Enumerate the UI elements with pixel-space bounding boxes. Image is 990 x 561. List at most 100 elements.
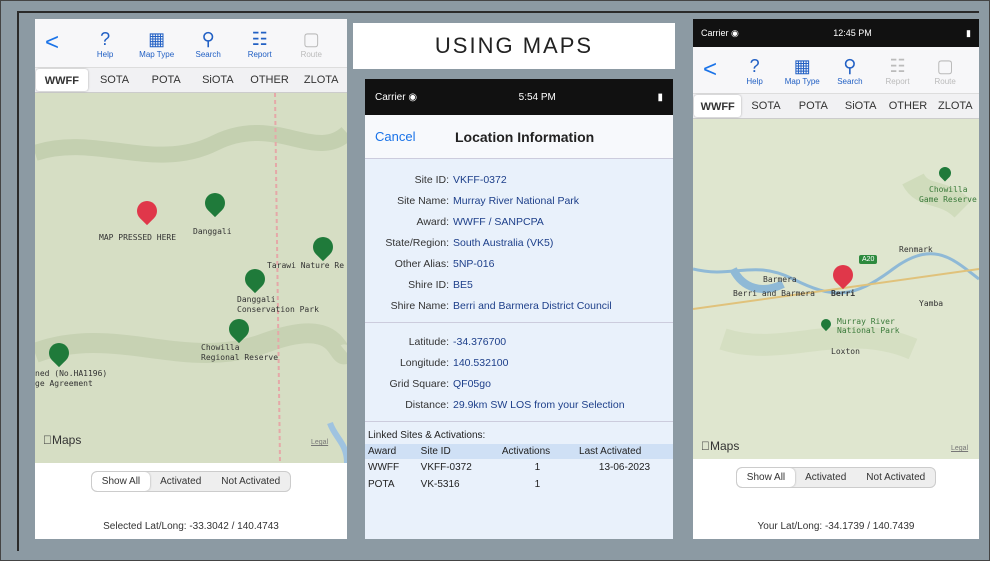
phone-location-info: Carrier ◉ 5:54 PM ▮ Cancel Location Info… — [365, 79, 673, 539]
map-type-label: Map Type — [784, 76, 820, 86]
search-button[interactable]: ⚲ Search — [182, 28, 234, 59]
status-bar: Carrier ◉ 5:54 PM ▮ — [365, 79, 673, 115]
table-row[interactable]: POTA VK-5316 1 — [365, 476, 673, 493]
map-type-button[interactable]: ▦ Map Type — [778, 55, 826, 86]
cancel-button[interactable]: Cancel — [375, 129, 455, 144]
filter-segmented-control: Show All Activated Not Activated — [90, 471, 292, 492]
back-button[interactable]: < — [45, 29, 79, 57]
apple-maps-logo: Maps — [701, 439, 739, 453]
field-key: Shire Name: — [390, 299, 449, 312]
route-button[interactable]: ▢ Route — [921, 55, 969, 86]
field-row: Site Name: Murray River National Park — [365, 190, 673, 211]
report-button[interactable]: ☷ Report — [234, 28, 286, 59]
tab-zlota[interactable]: ZLOTA — [932, 94, 979, 118]
field-value: QF05go — [453, 377, 491, 390]
modal-header: Cancel Location Information — [365, 115, 673, 159]
field-value: South Australia (VK5) — [453, 236, 554, 249]
map-view[interactable]: Chowilla Game Reserve Renmark Barmera Be… — [693, 119, 979, 459]
field-key: Grid Square: — [389, 377, 449, 390]
route-label: Route — [300, 49, 322, 59]
col-last-activated: Last Activated — [576, 444, 673, 459]
program-tabs: WWFF SOTA POTA SiOTA OTHER ZLOTA — [35, 67, 347, 93]
toolbar: < ? Help ▦ Map Type ⚲ Search ☷ Report ▢ Route — [35, 19, 347, 67]
tab-siota[interactable]: SiOTA — [192, 68, 244, 92]
tab-other[interactable]: OTHER — [244, 68, 296, 92]
field-key: Site ID: — [414, 173, 449, 186]
phone-map-screen-right: Carrier ◉ 12:45 PM ▮ < ? Help ▦ Map Type ⚲… — [693, 19, 979, 539]
help-button[interactable]: ? Help — [731, 55, 779, 86]
map-icon: ▦ — [148, 28, 166, 49]
segment-not-activated[interactable]: Not Activated — [211, 472, 290, 491]
segment-activated[interactable]: Activated — [150, 472, 211, 491]
segment-activated[interactable]: Activated — [795, 468, 856, 487]
back-button[interactable]: < — [703, 56, 731, 84]
report-button[interactable]: ☷ Report — [874, 55, 922, 86]
tab-pota[interactable]: POTA — [790, 94, 837, 118]
field-key: Latitude: — [408, 335, 449, 348]
cell — [576, 476, 673, 493]
slide-title: USING MAPS — [353, 23, 675, 69]
help-icon: ? — [100, 28, 111, 49]
map-label: Tarawi Nature Re — [267, 261, 345, 270]
filter-segmented-control: Show All Activated Not Activated — [735, 467, 937, 488]
tab-sota[interactable]: SOTA — [89, 68, 141, 92]
map-label: Chowilla — [201, 343, 240, 352]
route-button[interactable]: ▢ Route — [285, 28, 337, 59]
map-type-button[interactable]: ▦ Map Type — [131, 28, 183, 59]
legal-link[interactable]: Legal — [311, 439, 328, 446]
field-value: Berri and Barmera District Council — [453, 299, 612, 312]
tab-wwff[interactable]: WWFF — [694, 95, 742, 117]
map-label: Barmera — [763, 275, 797, 284]
field-key: State/Region: — [385, 236, 449, 249]
map-label: ned (No.HA1196) — [35, 369, 108, 378]
field-row: Distance: 29.9km SW LOS from your Selecti… — [365, 394, 673, 415]
tab-other[interactable]: OTHER — [884, 94, 931, 118]
field-key: Longitude: — [399, 356, 449, 369]
linked-title: Linked Sites & Activations: — [368, 430, 486, 441]
tab-zlota[interactable]: ZLOTA — [295, 68, 347, 92]
help-button[interactable]: ? Help — [79, 28, 131, 59]
map-label: Renmark — [899, 245, 933, 254]
field-value: 5NP-016 — [453, 257, 495, 270]
map-view[interactable]: MAP PRESSED HERE Danggali Tarawi Nature … — [35, 93, 347, 463]
map-type-label: Map Type — [139, 49, 175, 59]
map-label: Conservation Park — [237, 305, 319, 314]
table-row[interactable]: WWFF VKFF-0372 1 13-06-2023 — [365, 459, 673, 476]
field-key: Award: — [416, 215, 450, 228]
segment-show-all[interactable]: Show All — [736, 468, 796, 487]
col-site-id: Site ID — [417, 444, 499, 459]
map-label: Loxton — [831, 347, 860, 356]
map-terrain — [35, 93, 347, 463]
legal-link[interactable]: Legal — [951, 445, 968, 452]
field-key: Site Name: — [397, 194, 449, 207]
highway-label: A20 — [862, 256, 875, 263]
map-label: MAP PRESSED HERE — [99, 233, 177, 242]
field-value: -34.376700 — [453, 335, 507, 348]
filter-segment-bar: Show All Activated Not Activated — [35, 471, 347, 492]
program-tabs: WWFF SOTA POTA SiOTA OTHER ZLOTA — [693, 93, 979, 119]
segment-not-activated[interactable]: Not Activated — [856, 468, 935, 487]
tab-sota[interactable]: SOTA — [742, 94, 789, 118]
tab-pota[interactable]: POTA — [140, 68, 192, 92]
field-row: Other Alias: 5NP-016 — [365, 253, 673, 274]
map-label: ge Agreement — [35, 379, 93, 388]
search-button[interactable]: ⚲ Search — [826, 55, 874, 86]
activations-table: Award Site ID Activations Last Activated… — [365, 444, 673, 493]
site-fields: Site ID: VKFF-0372 Site Name: Murray River… — [365, 159, 673, 323]
route-icon: ▢ — [302, 28, 320, 49]
col-activations: Activations — [498, 444, 577, 459]
field-value: BE5 — [453, 278, 473, 291]
segment-show-all[interactable]: Show All — [91, 472, 151, 491]
field-row: State/Region: South Australia (VK5) — [365, 232, 673, 253]
field-key: Shire ID: — [408, 278, 449, 291]
map-label: Danggali — [237, 295, 276, 304]
tab-wwff[interactable]: WWFF — [36, 69, 88, 91]
cell: 1 — [534, 462, 541, 473]
field-row: Latitude: -34.376700 — [365, 331, 673, 352]
map-label: Yamba — [919, 299, 944, 308]
your-latlong: Your Lat/Long: -34.1739 / 140.7439 — [757, 521, 915, 532]
field-value: 140.532100 — [453, 356, 509, 369]
apple-maps-logo: Maps — [43, 433, 81, 447]
tab-siota[interactable]: SiOTA — [837, 94, 884, 118]
cell: POTA — [368, 479, 395, 490]
